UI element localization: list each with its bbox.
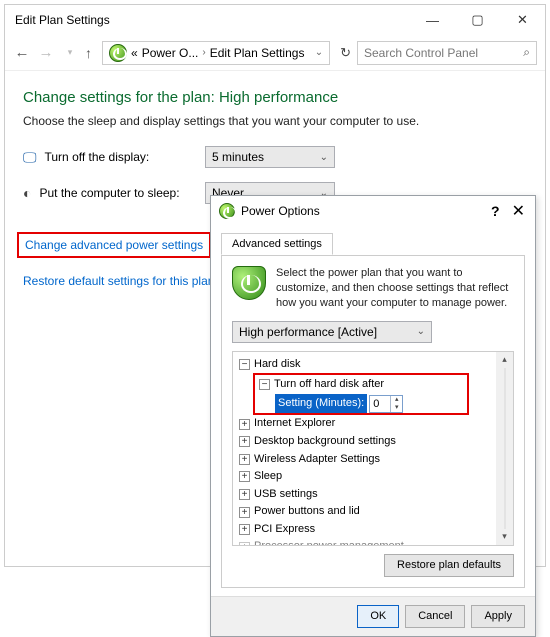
settings-tree[interactable]: −Hard disk −Turn off hard disk after Set… <box>233 352 496 545</box>
help-button[interactable]: ? <box>491 203 500 219</box>
chevron-down-icon: ⌄ <box>417 326 425 337</box>
tree-node-power-buttons[interactable]: Power buttons and lid <box>254 503 360 521</box>
close-button[interactable]: ✕ <box>500 5 545 35</box>
tree-node-processor[interactable]: Processor power management <box>254 538 404 544</box>
toolbar: ← → ▾ ↑ « Power O... › Edit Plan Setting… <box>5 35 545 71</box>
spin-down[interactable]: ▾ <box>391 404 402 412</box>
breadcrumb-dropdown[interactable]: ⌄ <box>315 47 323 58</box>
chevron-down-icon: ⌄ <box>320 152 328 163</box>
expand-icon[interactable]: + <box>239 489 250 500</box>
moon-icon: ◐ <box>23 185 31 201</box>
dialog-titlebar: Power Options ? ✕ <box>211 196 535 226</box>
display-label: Turn off the display: <box>45 150 150 164</box>
page-subtext: Choose the sleep and display settings th… <box>23 114 527 128</box>
ok-button[interactable]: OK <box>357 605 399 628</box>
display-timeout-select[interactable]: 5 minutes ⌄ <box>205 146 335 168</box>
highlight-box: −Turn off hard disk after Setting (Minut… <box>253 373 469 415</box>
monitor-icon: 🖵 <box>23 149 37 166</box>
collapse-icon[interactable]: − <box>239 359 250 370</box>
expand-icon[interactable]: + <box>239 542 250 545</box>
tree-node-desktop-bg[interactable]: Desktop background settings <box>254 433 396 451</box>
tree-node-wireless[interactable]: Wireless Adapter Settings <box>254 451 380 469</box>
expand-icon[interactable]: + <box>239 471 250 482</box>
expand-icon[interactable]: + <box>239 524 250 535</box>
advanced-settings-link[interactable]: Change advanced power settings <box>17 232 211 258</box>
up-button[interactable]: ↑ <box>85 45 92 61</box>
power-plan-select[interactable]: High performance [Active] ⌄ <box>232 321 432 343</box>
restore-plan-defaults-button[interactable]: Restore plan defaults <box>384 554 514 577</box>
dialog-explain: Select the power plan that you want to c… <box>276 266 514 311</box>
back-button[interactable]: ← <box>13 44 31 61</box>
tree-node-turn-off-hdd[interactable]: Turn off hard disk after <box>274 376 384 394</box>
breadcrumb-prefix: « <box>131 46 138 60</box>
spin-up[interactable]: ▴ <box>391 396 402 404</box>
breadcrumb-item[interactable]: Edit Plan Settings <box>210 46 305 60</box>
power-options-icon <box>219 203 235 219</box>
collapse-icon[interactable]: − <box>259 379 270 390</box>
tree-node-pci[interactable]: PCI Express <box>254 521 315 539</box>
search-icon: ⌕ <box>523 45 530 60</box>
display-timeout-value: 5 minutes <box>212 150 264 164</box>
cancel-button[interactable]: Cancel <box>405 605 465 628</box>
window-title: Edit Plan Settings <box>15 13 410 27</box>
refresh-button[interactable]: ↻ <box>340 45 351 61</box>
titlebar: Edit Plan Settings — ▢ ✕ <box>5 5 545 35</box>
tree-scrollbar[interactable]: ▴ ▾ <box>496 352 513 545</box>
power-options-dialog: Power Options ? ✕ Advanced settings Sele… <box>210 195 536 637</box>
sleep-label: Put the computer to sleep: <box>39 186 179 200</box>
forward-button[interactable]: → <box>37 44 55 61</box>
maximize-button[interactable]: ▢ <box>455 5 500 35</box>
expand-icon[interactable]: + <box>239 419 250 430</box>
setting-minutes-label: Setting (Minutes): <box>275 394 367 414</box>
scroll-up-button[interactable]: ▴ <box>496 352 513 368</box>
expand-icon[interactable]: + <box>239 454 250 465</box>
power-options-icon <box>109 44 127 62</box>
page-heading: Change settings for the plan: High perfo… <box>23 89 527 106</box>
tree-node-hard-disk[interactable]: Hard disk <box>254 356 300 374</box>
setting-minutes-value: 0 <box>370 396 390 412</box>
expand-icon[interactable]: + <box>239 507 250 518</box>
apply-button[interactable]: Apply <box>471 605 525 628</box>
breadcrumb[interactable]: « Power O... › Edit Plan Settings ⌄ <box>102 41 330 65</box>
tab-advanced-settings[interactable]: Advanced settings <box>221 233 333 255</box>
power-shield-icon <box>232 266 266 300</box>
dialog-title: Power Options <box>241 204 491 218</box>
setting-minutes-input[interactable]: 0 ▴▾ <box>369 395 403 413</box>
recent-dropdown[interactable]: ▾ <box>61 47 79 58</box>
minimize-button[interactable]: — <box>410 5 455 35</box>
tree-node-ie[interactable]: Internet Explorer <box>254 415 335 433</box>
chevron-right-icon: › <box>202 47 205 58</box>
search-input[interactable]: Search Control Panel ⌕ <box>357 41 537 65</box>
search-placeholder: Search Control Panel <box>364 46 523 60</box>
tree-node-usb[interactable]: USB settings <box>254 486 318 504</box>
tree-node-sleep[interactable]: Sleep <box>254 468 282 486</box>
breadcrumb-item[interactable]: Power O... <box>142 46 199 60</box>
scroll-down-button[interactable]: ▾ <box>496 529 513 545</box>
expand-icon[interactable]: + <box>239 436 250 447</box>
close-button[interactable]: ✕ <box>512 201 525 221</box>
power-plan-value: High performance [Active] <box>239 325 377 339</box>
